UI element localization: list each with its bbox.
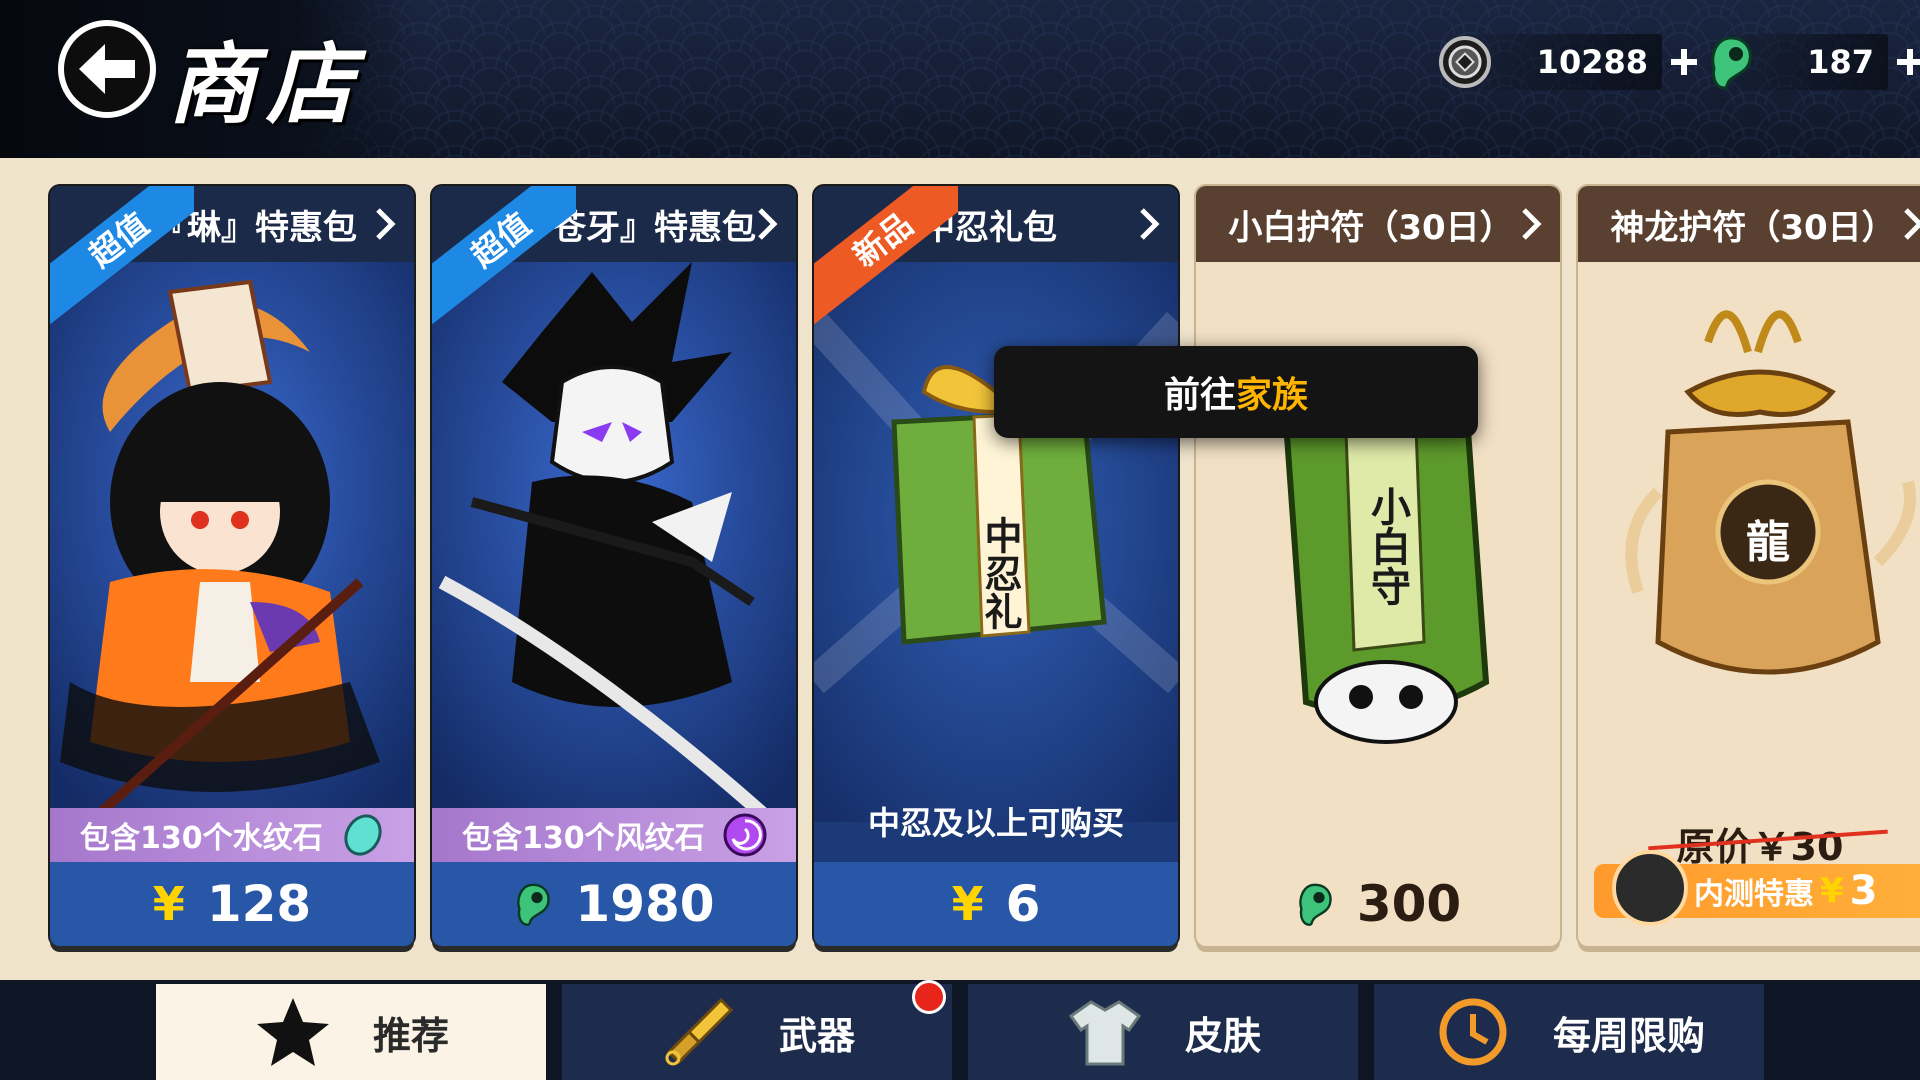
add-jade-button[interactable] <box>1888 34 1920 90</box>
price-value: 1980 <box>575 875 715 933</box>
price: 1980 <box>432 862 796 946</box>
price-value: 3 <box>1849 868 1878 914</box>
souga-character-art <box>432 262 796 822</box>
yen-icon: ¥ <box>152 877 185 931</box>
chevron-right-icon <box>376 208 396 240</box>
tab-weapons[interactable]: 武器 <box>562 980 952 1080</box>
coin-amount: 10288 <box>1462 34 1662 90</box>
avatar <box>1612 850 1688 926</box>
purchase-requirement: 中忍及以上可购买 <box>867 804 1124 842</box>
price: ¥ 6 <box>814 862 1178 946</box>
plus-icon <box>1671 49 1697 75</box>
yen-icon: ¥ <box>1820 871 1844 911</box>
promo-price-badge: 内测特惠 ¥ 3 <box>1594 850 1920 926</box>
card-title: 小白护符（30日） <box>1228 207 1514 248</box>
arrow-left-icon <box>79 44 135 94</box>
jade-magatama-icon <box>1711 36 1752 90</box>
charm-label: 小白守 <box>1364 486 1410 606</box>
shop-card-kohaku-charm[interactable]: 小白护符（30日） 小白守 300 <box>1196 186 1560 946</box>
shop-card-dragon-charm[interactable]: 神龙护符（30日） 龍 原价￥30 内测特惠 ¥ 3 <box>1578 186 1920 946</box>
price-value: 6 <box>1005 875 1041 933</box>
rin-character-art <box>50 262 414 822</box>
chevron-right-icon <box>1140 208 1160 240</box>
price-value: 128 <box>206 875 312 933</box>
add-coins-button[interactable] <box>1662 34 1706 90</box>
tab-recommended[interactable]: 推荐 <box>156 984 546 1080</box>
water-stone-icon <box>344 814 382 856</box>
notification-dot <box>912 980 946 1014</box>
tab-weekly-limited[interactable]: 每周限购 <box>1374 984 1764 1080</box>
tab-skins[interactable]: 皮肤 <box>968 984 1358 1080</box>
chevron-right-icon <box>1522 208 1542 240</box>
plus-icon <box>1897 49 1920 75</box>
card-info: 包含130个风纹石 <box>432 808 796 862</box>
wind-stone-icon <box>723 813 767 857</box>
yen-icon: ¥ <box>951 877 984 931</box>
card-header: 神龙护符（30日） <box>1578 186 1920 262</box>
kunai-icon <box>665 997 734 1066</box>
charm-label: 龍 <box>1746 517 1790 568</box>
card-title: 神龙护符（30日） <box>1610 207 1896 248</box>
ribbon-badge: 超值 <box>432 186 576 330</box>
back-button[interactable] <box>58 20 156 118</box>
jade-magatama-icon <box>517 883 551 927</box>
chevron-right-icon <box>758 208 778 240</box>
card-info: 包含130个水纹石 <box>50 808 414 862</box>
shop-card-chunin-pack[interactable]: 中忍礼包 新品 中忍礼 中忍及以上可购买 ¥ 6 <box>814 186 1178 946</box>
shop-content: 『琳』特惠包 超值 包含130个水纹石 ¥ 128 『苍牙』特惠包 超值 包含1… <box>0 158 1920 980</box>
jade-currency: 187 <box>1706 34 1920 90</box>
chevron-right-icon <box>1904 208 1920 240</box>
shop-card-rin[interactable]: 『琳』特惠包 超值 包含130个水纹石 ¥ 128 <box>50 186 414 946</box>
shirt-icon <box>1068 1000 1142 1066</box>
coin-icon <box>1439 36 1491 88</box>
ribbon-badge: 新品 <box>814 186 958 330</box>
coin-currency: 10288 <box>1438 34 1706 90</box>
jade-magatama-icon <box>1299 883 1332 927</box>
price: ¥ 128 <box>50 862 414 946</box>
bottom-tab-bar: 推荐 武器 皮肤 每周限购 <box>0 980 1920 1080</box>
shop-card-souga[interactable]: 『苍牙』特惠包 超值 包含130个风纹石 1980 <box>432 186 796 946</box>
gift-label: 中忍礼 <box>978 516 1022 630</box>
star-icon <box>256 998 329 1066</box>
price-value: 300 <box>1356 875 1462 933</box>
price: 300 <box>1196 862 1560 946</box>
ribbon-badge: 超值 <box>50 186 194 330</box>
goto-family-tooltip[interactable]: 前往 家族 <box>994 346 1478 438</box>
card-header: 小白护符（30日） <box>1196 186 1560 262</box>
page-title: 商店 <box>168 32 365 136</box>
top-bar: 商店 10288 187 <box>0 0 1920 158</box>
clock-icon <box>1439 998 1507 1066</box>
